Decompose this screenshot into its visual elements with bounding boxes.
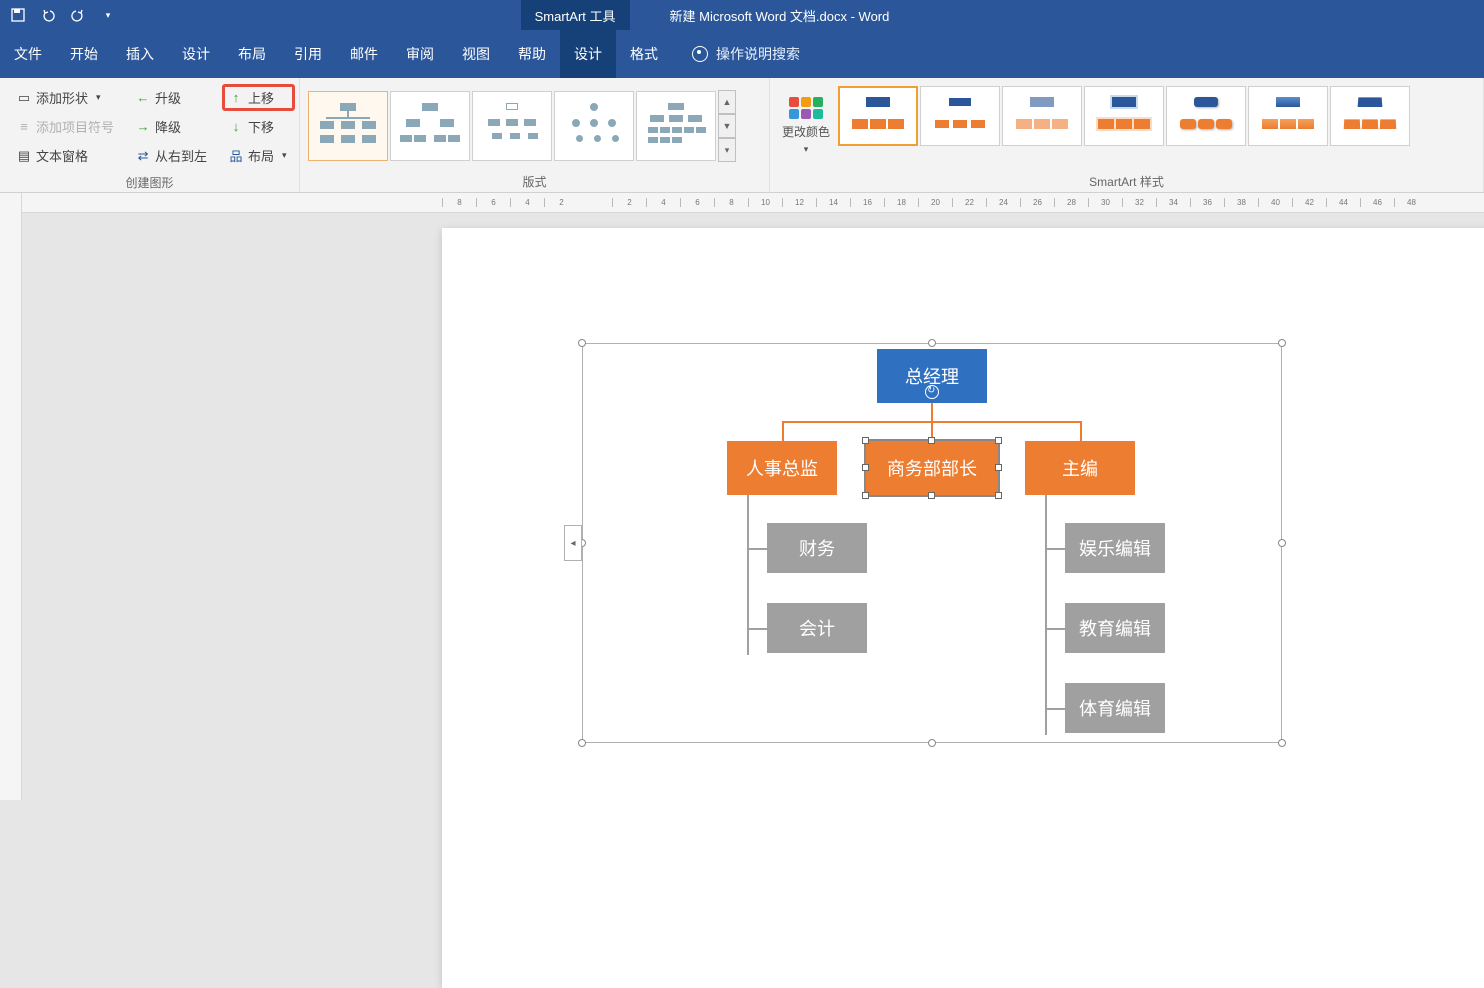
sel-handle[interactable]: [862, 464, 869, 471]
org-child-2[interactable]: 商务部部长: [866, 441, 998, 495]
text-pane-toggle[interactable]: ◂: [564, 525, 582, 561]
frame-handle[interactable]: [578, 339, 586, 347]
org-leaf-2[interactable]: 会计: [767, 603, 867, 653]
frame-handle[interactable]: [928, 339, 936, 347]
tab-references[interactable]: 引用: [280, 30, 336, 78]
undo-icon[interactable]: [40, 7, 56, 23]
add-shape-button[interactable]: ▭添加形状▾: [10, 84, 121, 111]
style-thumb-5[interactable]: [1166, 86, 1246, 146]
org-leaf-3[interactable]: 娱乐编辑: [1065, 523, 1165, 573]
smartart-tools-label: SmartArt 工具: [521, 0, 630, 31]
document-title: 新建 Microsoft Word 文档.docx - Word: [670, 6, 890, 25]
text-pane-button[interactable]: ▤文本窗格: [10, 142, 121, 169]
sel-handle[interactable]: [928, 492, 935, 499]
layout-button[interactable]: 品布局▾: [222, 142, 295, 169]
arrow-down-icon: ↓: [229, 120, 243, 134]
layout-thumb-5[interactable]: [636, 91, 716, 161]
gallery-more[interactable]: ▾: [718, 138, 736, 162]
org-leaf-4[interactable]: 教育编辑: [1065, 603, 1165, 653]
rtl-icon: ⇄: [136, 149, 150, 163]
quick-access-toolbar: ▾: [0, 7, 126, 23]
text-pane-icon: ▤: [17, 149, 31, 163]
arrow-up-icon: ↑: [229, 91, 243, 105]
ribbon: ▭添加形状▾ ≡添加项目符号 ▤文本窗格 ←升级 →降级 ⇄从右到左 ↑上移 ↓…: [0, 78, 1484, 193]
add-bullet-button: ≡添加项目符号: [10, 113, 121, 140]
bullet-icon: ≡: [17, 120, 31, 134]
tell-me-search[interactable]: 操作说明搜索: [692, 44, 800, 64]
layout-thumb-3[interactable]: [472, 91, 552, 161]
group-styles-label: SmartArt 样式: [776, 170, 1477, 190]
group-layouts-label: 版式: [306, 170, 763, 190]
org-leaf-5[interactable]: 体育编辑: [1065, 683, 1165, 733]
titlebar: ▾ SmartArt 工具 新建 Microsoft Word 文档.docx …: [0, 0, 1484, 30]
save-icon[interactable]: [10, 7, 26, 23]
gallery-scroll: ▲ ▼ ▾: [718, 90, 736, 162]
tab-design[interactable]: 设计: [168, 30, 224, 78]
group-create-label: 创建图形: [6, 171, 293, 191]
frame-handle[interactable]: [1278, 339, 1286, 347]
change-colors-button[interactable]: 更改颜色 ▾: [776, 82, 836, 170]
layouts-gallery: ▲ ▼ ▾: [306, 82, 738, 170]
arrow-right-icon: →: [136, 120, 150, 134]
ribbon-tabs: 文件 开始 插入 设计 布局 引用 邮件 审阅 视图 帮助 设计 格式 操作说明…: [0, 30, 1484, 78]
tab-smartart-design[interactable]: 设计: [560, 30, 616, 78]
org-root[interactable]: 总经理: [877, 349, 987, 403]
style-thumb-7[interactable]: [1330, 86, 1410, 146]
qat-dropdown-icon[interactable]: ▾: [100, 7, 116, 23]
tab-file[interactable]: 文件: [0, 30, 56, 78]
tab-view[interactable]: 视图: [448, 30, 504, 78]
redo-icon[interactable]: [70, 7, 86, 23]
org-child-1[interactable]: 人事总监: [727, 441, 837, 495]
styles-gallery: [836, 82, 1412, 170]
tell-me-label: 操作说明搜索: [716, 44, 800, 64]
org-leaf-1[interactable]: 财务: [767, 523, 867, 573]
style-thumb-3[interactable]: [1002, 86, 1082, 146]
move-up-button[interactable]: ↑上移: [222, 84, 295, 111]
demote-button[interactable]: →降级: [129, 113, 214, 140]
add-shape-icon: ▭: [17, 91, 31, 105]
smartart-frame[interactable]: ◂ 总经理 人事总监 商务部部长: [582, 343, 1282, 743]
style-thumb-6[interactable]: [1248, 86, 1328, 146]
frame-handle[interactable]: [1278, 539, 1286, 547]
sel-handle[interactable]: [862, 437, 869, 444]
style-thumb-1[interactable]: [838, 86, 918, 146]
tab-layout[interactable]: 布局: [224, 30, 280, 78]
frame-handle[interactable]: [928, 739, 936, 747]
tab-insert[interactable]: 插入: [112, 30, 168, 78]
horizontal-ruler: 8642246810121416182022242628303234363840…: [22, 193, 1484, 213]
style-thumb-4[interactable]: [1084, 86, 1164, 146]
rotate-handle-icon[interactable]: [925, 385, 939, 399]
tab-smartart-format[interactable]: 格式: [616, 30, 672, 78]
promote-button[interactable]: ←升级: [129, 84, 214, 111]
style-thumb-2[interactable]: [920, 86, 1000, 146]
color-swatches-icon: [789, 97, 823, 119]
tab-mailings[interactable]: 邮件: [336, 30, 392, 78]
sel-handle[interactable]: [862, 492, 869, 499]
gallery-scroll-down[interactable]: ▼: [718, 114, 736, 138]
lightbulb-icon: [692, 46, 708, 62]
rtl-button[interactable]: ⇄从右到左: [129, 142, 214, 169]
frame-handle[interactable]: [1278, 739, 1286, 747]
tab-help[interactable]: 帮助: [504, 30, 560, 78]
tab-review[interactable]: 审阅: [392, 30, 448, 78]
layout-thumb-1[interactable]: [308, 91, 388, 161]
tab-home[interactable]: 开始: [56, 30, 112, 78]
org-child-3[interactable]: 主编: [1025, 441, 1135, 495]
sel-handle[interactable]: [995, 437, 1002, 444]
layout-icon: 品: [229, 149, 243, 163]
sel-handle[interactable]: [995, 464, 1002, 471]
layout-thumb-4[interactable]: [554, 91, 634, 161]
sel-handle[interactable]: [995, 492, 1002, 499]
gallery-scroll-up[interactable]: ▲: [718, 90, 736, 114]
move-down-button[interactable]: ↓下移: [222, 113, 295, 140]
document-area: 8642246810121416182022242628303234363840…: [0, 193, 1484, 800]
sel-handle[interactable]: [928, 437, 935, 444]
frame-handle[interactable]: [578, 739, 586, 747]
vertical-ruler: [0, 193, 22, 800]
arrow-left-icon: ←: [136, 91, 150, 105]
layout-thumb-2[interactable]: [390, 91, 470, 161]
